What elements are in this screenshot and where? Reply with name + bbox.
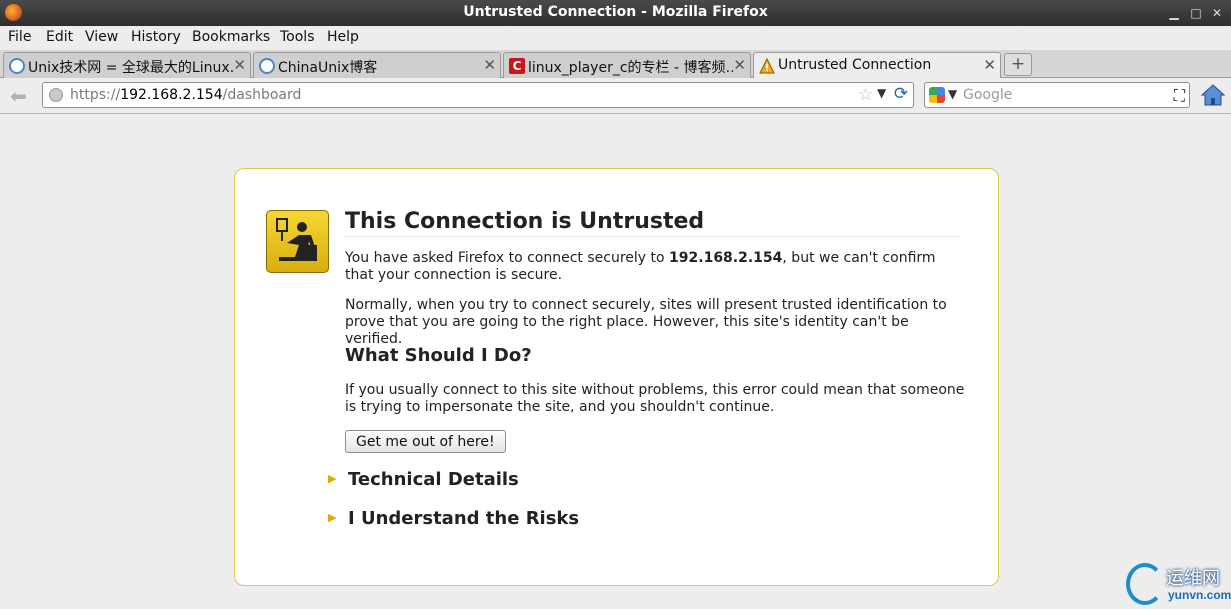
host-name: 192.168.2.154 xyxy=(669,250,783,266)
understand-risks-expander[interactable]: ▶ I Understand the Risks xyxy=(328,508,579,529)
search-bar[interactable]: ▼ Google ⛶ xyxy=(924,82,1190,108)
tab-bar: Unix技术网 = 全球最大的Linux… ✕ ChinaUnix博客 ✕ C … xyxy=(0,50,1231,79)
csdn-favicon-icon: C xyxy=(509,58,525,74)
site-watermark: 运维网 yunvn.com xyxy=(1124,560,1231,609)
window-titlebar: Untrusted Connection - Mozilla Firefox ▁… xyxy=(0,0,1231,26)
understand-risks-label: I Understand the Risks xyxy=(348,508,580,529)
explanation-text: Normally, when you try to connect secure… xyxy=(345,297,947,347)
menu-history[interactable]: History xyxy=(131,29,181,45)
certificate-error-icon xyxy=(266,210,329,273)
url-bar[interactable]: https://192.168.2.154/dashboard ☆ ▼ ⟳ xyxy=(42,82,914,108)
tab-chinaunix[interactable]: ChinaUnix博客 ✕ xyxy=(253,52,501,78)
close-tab-icon[interactable]: ✕ xyxy=(983,56,996,74)
get-me-out-button[interactable]: Get me out of here! xyxy=(345,430,506,453)
url-text[interactable]: https://192.168.2.154/dashboard xyxy=(70,87,301,103)
site-identity-icon[interactable] xyxy=(49,88,63,102)
what-to-do-text: If you usually connect to this site with… xyxy=(345,382,965,415)
menu-view[interactable]: View xyxy=(85,29,118,45)
window-title: Untrusted Connection - Mozilla Firefox xyxy=(463,4,768,20)
tab-label: Unix技术网 = 全球最大的Linux… xyxy=(28,60,233,76)
unix-favicon-icon xyxy=(9,58,25,74)
technical-details-label: Technical Details xyxy=(348,469,519,490)
tab-label: Untrusted Connection xyxy=(778,57,932,73)
search-input[interactable]: Google xyxy=(963,87,1012,103)
menu-edit[interactable]: Edit xyxy=(46,29,73,45)
close-tab-icon[interactable]: ✕ xyxy=(233,56,246,74)
tab-unix[interactable]: Unix技术网 = 全球最大的Linux… ✕ xyxy=(3,52,251,78)
url-path: /dashboard xyxy=(222,87,302,103)
bookmark-star-icon[interactable]: ☆ xyxy=(858,85,873,105)
watermark-en: yunvn.com xyxy=(1168,588,1231,602)
warning-icon xyxy=(759,58,775,74)
binoculars-icon[interactable]: ⛶ xyxy=(1174,86,1185,106)
triangle-right-icon: ▶ xyxy=(328,472,337,485)
tab-untrusted[interactable]: Untrusted Connection ✕ xyxy=(753,52,1001,79)
close-tab-icon[interactable]: ✕ xyxy=(733,56,746,74)
reload-icon[interactable]: ⟳ xyxy=(891,84,911,104)
description-text: You have asked Firefox to connect secure… xyxy=(345,250,670,266)
minimize-icon[interactable]: ▁ xyxy=(1166,5,1182,21)
url-scheme: https:// xyxy=(70,87,121,103)
menu-bookmarks[interactable]: Bookmarks xyxy=(192,29,270,45)
menu-help[interactable]: Help xyxy=(327,29,359,45)
menu-bar: File Edit View History Bookmarks Tools H… xyxy=(0,26,1231,50)
back-arrow-icon[interactable]: ⬅ xyxy=(10,86,32,106)
watermark-cn: 运维网 xyxy=(1166,568,1220,589)
page-content: This Connection is Untrusted You have as… xyxy=(0,115,1231,609)
page-title: This Connection is Untrusted xyxy=(345,209,959,237)
what-to-do-heading: What Should I Do? xyxy=(345,345,532,366)
close-tab-icon[interactable]: ✕ xyxy=(483,56,496,74)
home-icon[interactable] xyxy=(1201,84,1225,106)
menu-tools[interactable]: Tools xyxy=(280,29,315,45)
unix-favicon-icon xyxy=(259,58,275,74)
tab-label: linux_player_c的专栏 - 博客频… xyxy=(528,60,733,76)
google-icon[interactable] xyxy=(929,87,945,103)
tab-label: ChinaUnix博客 xyxy=(278,60,378,76)
menu-file[interactable]: File xyxy=(8,29,31,45)
maximize-icon[interactable]: □ xyxy=(1188,5,1204,21)
chevron-down-icon[interactable]: ▼ xyxy=(877,86,886,100)
watermark-logo-icon xyxy=(1126,563,1164,605)
chevron-down-icon[interactable]: ▼ xyxy=(948,87,957,101)
navigation-toolbar: ⬅ https://192.168.2.154/dashboard ☆ ▼ ⟳ … xyxy=(0,78,1231,114)
error-page-container: This Connection is Untrusted You have as… xyxy=(234,168,999,586)
new-tab-button[interactable]: + xyxy=(1004,53,1032,76)
triangle-right-icon: ▶ xyxy=(328,511,337,524)
close-window-icon[interactable]: ✕ xyxy=(1209,5,1225,21)
tab-csdn[interactable]: C linux_player_c的专栏 - 博客频… ✕ xyxy=(503,52,751,78)
error-description: You have asked Firefox to connect secure… xyxy=(345,250,965,284)
url-host: 192.168.2.154 xyxy=(120,87,223,103)
technical-details-expander[interactable]: ▶ Technical Details xyxy=(328,469,519,490)
